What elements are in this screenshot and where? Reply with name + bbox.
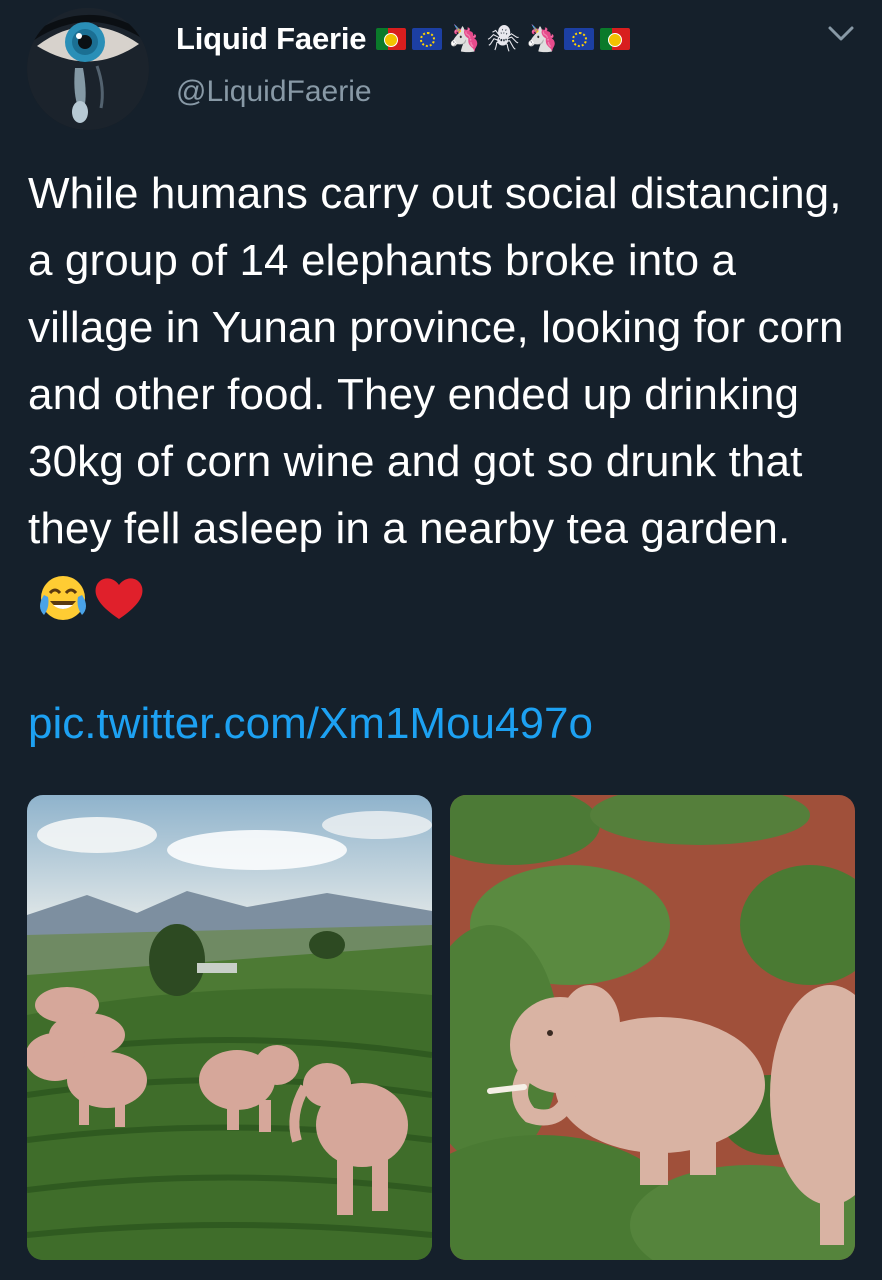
tweet-menu-button[interactable] xyxy=(826,22,856,46)
eu-flag-icon xyxy=(564,28,595,50)
elephant-herd-photo xyxy=(27,795,432,1260)
display-name[interactable]: Liquid Faerie xyxy=(176,21,367,57)
media-image-2[interactable] xyxy=(450,795,855,1260)
crying-eye-avatar-icon xyxy=(27,8,149,130)
tweet-text: While humans carry out social distancing… xyxy=(28,160,868,629)
unicorn-icon: 🦄 xyxy=(525,24,559,54)
red-heart-icon xyxy=(95,578,143,620)
spider-icon: 🕷 xyxy=(486,24,520,54)
author-handle[interactable]: @LiquidFaerie xyxy=(176,75,372,109)
avatar[interactable] xyxy=(27,8,149,130)
author-name-row[interactable]: Liquid Faerie 🦄 🕷 🦄 xyxy=(176,18,631,60)
portugal-flag-icon xyxy=(600,28,631,50)
portugal-flag-icon xyxy=(376,28,407,50)
media-image-1[interactable] xyxy=(27,795,432,1260)
name-emoji-list: 🦄 🕷 🦄 xyxy=(376,24,631,54)
face-with-tears-of-joy-icon xyxy=(40,576,86,621)
sleeping-elephants-photo xyxy=(450,795,855,1260)
tweet-media-link[interactable]: pic.twitter.com/Xm1Mou497o xyxy=(28,690,593,757)
unicorn-icon: 🦄 xyxy=(448,24,481,54)
tweet-body: While humans carry out social distancing… xyxy=(28,169,844,553)
eu-flag-icon xyxy=(412,28,443,50)
chevron-down-icon xyxy=(828,26,854,41)
text-emojis xyxy=(38,573,146,623)
